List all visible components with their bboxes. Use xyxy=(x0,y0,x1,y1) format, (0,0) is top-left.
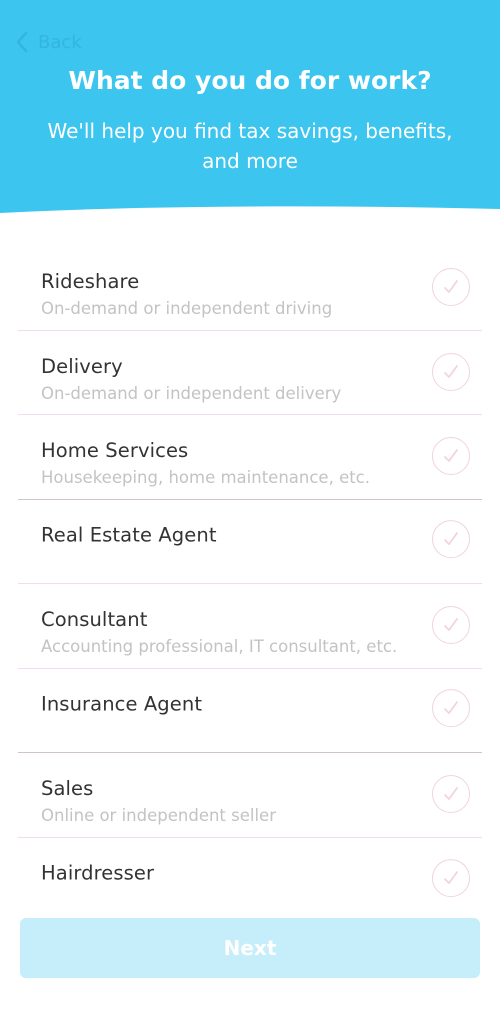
checkmark-circle-icon[interactable] xyxy=(432,268,470,306)
option-label: Delivery xyxy=(41,354,123,378)
checkmark-circle-icon[interactable] xyxy=(432,606,470,644)
option-description: Online or independent seller xyxy=(41,806,276,825)
work-option-real-estate-agent[interactable]: Real Estate Agent xyxy=(18,500,482,584)
work-option-sales[interactable]: Sales Online or independent seller xyxy=(18,753,482,838)
checkmark-circle-icon[interactable] xyxy=(432,689,470,728)
option-label: Real Estate Agent xyxy=(41,523,217,547)
work-options-list: Rideshare On-demand or independent drivi… xyxy=(0,246,500,922)
checkmark-circle-icon[interactable] xyxy=(432,352,470,391)
page-subtitle: We'll help you find tax savings, benefit… xyxy=(47,119,453,173)
option-description: Housekeeping, home maintenance, etc. xyxy=(41,468,371,487)
option-label: Hairdresser xyxy=(41,861,155,885)
page-title: What do you do for work? xyxy=(68,66,432,95)
checkmark-circle-icon[interactable] xyxy=(432,858,470,897)
option-description: On-demand or independent driving xyxy=(41,299,333,318)
work-option-hairdresser[interactable]: Hairdresser xyxy=(18,838,482,923)
work-option-insurance-agent[interactable]: Insurance Agent xyxy=(18,669,482,753)
back-label: Back xyxy=(38,31,82,53)
checkmark-circle-icon[interactable] xyxy=(432,437,470,475)
header: Back What do you do for work? We'll help… xyxy=(0,0,500,224)
option-label: Sales xyxy=(41,777,94,800)
option-description: Accounting professional, IT consultant, … xyxy=(41,637,398,656)
chevron-left-icon xyxy=(16,31,28,53)
checkmark-circle-icon[interactable] xyxy=(432,775,470,813)
header-wave xyxy=(0,206,500,224)
option-label: Home Services xyxy=(41,439,189,462)
next-button[interactable]: Next xyxy=(20,918,480,978)
checkmark-circle-icon[interactable] xyxy=(432,520,470,559)
back-button[interactable]: Back xyxy=(14,28,82,56)
option-label: Insurance Agent xyxy=(41,692,203,716)
option-description: On-demand or independent delivery xyxy=(41,383,342,403)
work-option-delivery[interactable]: Delivery On-demand or independent delive… xyxy=(18,331,482,415)
work-type-screen: Back What do you do for work? We'll help… xyxy=(0,0,500,1016)
option-label: Rideshare xyxy=(41,270,140,293)
work-option-rideshare[interactable]: Rideshare On-demand or independent drivi… xyxy=(18,246,482,331)
option-label: Consultant xyxy=(41,608,148,631)
work-option-consultant[interactable]: Consultant Accounting professional, IT c… xyxy=(18,584,482,669)
work-option-home-services[interactable]: Home Services Housekeeping, home mainten… xyxy=(18,415,482,500)
